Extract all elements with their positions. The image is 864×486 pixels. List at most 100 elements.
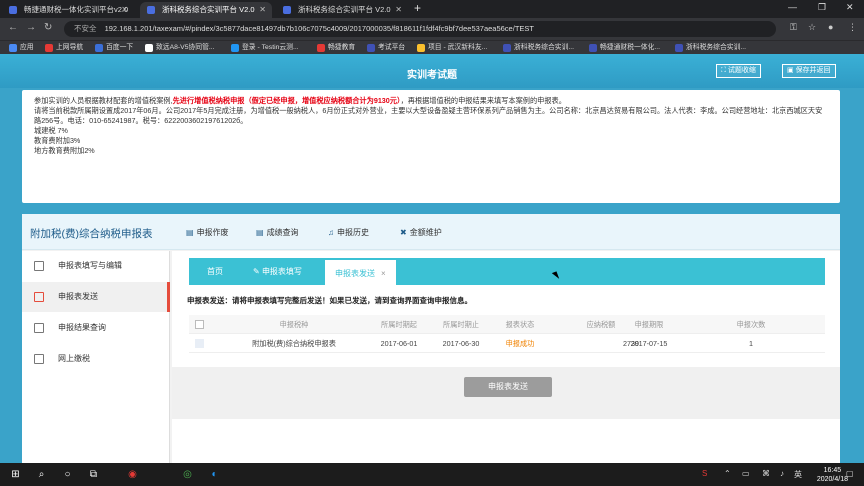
cortana-icon[interactable]: ○	[61, 468, 74, 481]
ime-icon[interactable]: 英	[794, 469, 802, 480]
forward-icon[interactable]: →	[26, 22, 36, 33]
task-view-icon[interactable]: ⧉	[87, 468, 100, 481]
new-tab-button[interactable]: +	[414, 1, 421, 15]
close-window-icon[interactable]: ✕	[846, 2, 854, 13]
bookmark-icon	[675, 44, 683, 52]
edit-icon	[34, 261, 44, 271]
reload-icon[interactable]: ↻	[44, 22, 52, 33]
close-tab-icon[interactable]: ✕	[259, 2, 266, 18]
app-icon[interactable]: ◉	[126, 468, 139, 481]
windows-start-icon[interactable]: ⊞	[9, 468, 22, 481]
edit-icon: ✎	[253, 267, 262, 276]
instruction-line-3: 城建税 7%	[34, 126, 68, 135]
nav-void-declaration[interactable]: ▤ 申报作废	[186, 227, 229, 238]
close-tab-icon[interactable]: ✕	[395, 2, 402, 18]
declaration-table: 申报税种 所属时期起 所属时期止 报表状态 应纳税额 申报期限 申报次数 附加税…	[189, 315, 825, 353]
collapse-question-button[interactable]: ⛶ 试题收缩	[716, 64, 761, 78]
bookmark-item[interactable]: 浙科税务综合实训...	[674, 41, 746, 55]
sidebar-item-send[interactable]: 申报表发送	[22, 282, 170, 312]
close-tab-icon[interactable]: ×	[381, 269, 386, 278]
apps-icon	[9, 44, 17, 52]
save-return-button[interactable]: ▣ 保存并返回	[782, 64, 836, 78]
instruction-panel: 参加实训的人员根据教材配套的增值税案例,先进行增值税纳税申报（假定已经申报，增值…	[22, 90, 840, 203]
send-declaration-button[interactable]: 申报表发送	[464, 377, 552, 397]
browser-tab-3[interactable]: 浙科税务综合实训平台 V2.0 ✕	[276, 2, 408, 18]
bookmark-item[interactable]: 上网导航	[44, 41, 83, 55]
row-checkbox[interactable]	[195, 339, 204, 348]
doc-icon: ▤	[186, 228, 194, 237]
tab-fill-form[interactable]: ✎ 申报表填写	[243, 258, 312, 285]
bookmark-icon	[95, 44, 103, 52]
browser-tabbar: 畅捷通财税一体化实训平台v2.0 ✕ 浙科税务综合实训平台 V2.0 ✕ 浙科税…	[0, 0, 864, 18]
notification-icon[interactable]: ▢	[846, 469, 854, 478]
col-deadline: 申报期限	[634, 320, 664, 329]
windows-taskbar: ⊞ ⌕ ○ ⧉ ◉ ◎ ◐ S ⌃ ▭ ⌘ ♪ 英 16:45 2020/4/1…	[0, 463, 864, 486]
tray-app-icon[interactable]: S	[702, 469, 707, 478]
cell-period-start: 2017-06-01	[380, 339, 418, 348]
url-input[interactable]: 不安全 192.168.1.201/taxexam/#/pindex/3c587…	[64, 21, 776, 37]
url-text: 192.168.1.201/taxexam/#/pindex/3c5877dac…	[104, 24, 534, 33]
sidebar-item-online-pay[interactable]: 网上缴税	[22, 344, 170, 374]
insecure-label[interactable]: 不安全	[74, 24, 97, 33]
account-icon[interactable]: ●	[828, 22, 833, 32]
menu-icon[interactable]: ⋮	[848, 22, 857, 33]
tray-icon[interactable]: ▭	[742, 469, 750, 478]
site-favicon	[147, 6, 155, 14]
monitor-icon	[34, 354, 44, 364]
table-row[interactable]: 附加税(费)综合纳税申报表 2017-06-01 2017-06-30 申报成功…	[189, 334, 825, 353]
bookmark-item[interactable]: 畅捷通财税一体化...	[588, 41, 660, 55]
bookmark-icon	[231, 44, 239, 52]
cell-status: 申报成功	[505, 339, 535, 348]
nav-declaration-history[interactable]: ♫ 申报历史	[328, 227, 369, 238]
clock[interactable]: 16:45 2020/4/18	[817, 466, 848, 484]
bookmark-item[interactable]: 项目 - 武汉新科友...	[416, 41, 487, 55]
bookmark-item[interactable]: 致远A8-V5协同管...	[144, 41, 215, 55]
app-icon[interactable]: ◐	[208, 468, 221, 481]
key-icon[interactable]: ⚿	[790, 22, 797, 33]
bookmark-apps[interactable]: 应用	[8, 41, 34, 55]
content-tabs: 首页 ✎ 申报表填写 申报表发送 ×	[189, 258, 825, 285]
tab-home[interactable]: 首页	[197, 258, 233, 285]
sidebar-item-fill-edit[interactable]: 申报表填写与编辑	[22, 251, 170, 281]
bell-icon: ♫	[328, 228, 334, 237]
volume-icon[interactable]: ♪	[780, 469, 784, 478]
bookmark-item[interactable]: 考试平台	[366, 41, 405, 55]
bookmark-item[interactable]: 百度一下	[94, 41, 133, 55]
col-period-end: 所属时期止	[443, 320, 479, 329]
bookmark-item[interactable]: 浙科税务综合实训...	[502, 41, 574, 55]
chrome-icon[interactable]: ◎	[181, 468, 194, 481]
send-icon	[34, 292, 44, 302]
nav-amount-maintenance[interactable]: ✖ 金额维护	[400, 227, 442, 238]
browser-tab-1[interactable]: 畅捷通财税一体化实训平台v2.0 ✕	[2, 2, 134, 18]
minimize-icon[interactable]: —	[788, 2, 797, 12]
search-icon[interactable]: ⌕	[35, 468, 48, 481]
instruction-line-4: 教育费附加3%	[34, 136, 81, 145]
tab-send-form[interactable]: 申报表发送 ×	[325, 260, 396, 285]
instruction-line-2: 请将当前税款所属期设置成2017年06月。公司2017年5月完成注册，为增值税一…	[34, 106, 823, 125]
clock-time: 16:45	[823, 467, 842, 474]
select-all-checkbox[interactable]	[195, 320, 204, 329]
sidebar-item-result-query[interactable]: 申报结果查询	[22, 313, 170, 343]
bookmark-icon	[417, 44, 425, 52]
tray-expand-icon[interactable]: ⌃	[724, 469, 731, 478]
cell-deadline: 2017-07-15	[630, 339, 668, 348]
main-panel: 附加税(费)综合纳税申报表 ▤ 申报作废 ▤ 成绩查询 ♫ 申报历史 ✖ 金额维护 申报…	[22, 214, 840, 464]
network-icon[interactable]: ⌘	[762, 469, 770, 478]
tools-icon: ✖	[400, 228, 407, 237]
sidebar: 申报表填写与编辑 申报表发送 申报结果查询 网上缴税	[22, 251, 170, 464]
star-icon[interactable]: ☆	[808, 22, 816, 33]
col-count: 申报次数	[736, 320, 766, 329]
nav-score-query[interactable]: ▤ 成绩查询	[256, 227, 299, 238]
bookmark-item[interactable]: 畅捷教育	[316, 41, 355, 55]
address-bar-row: ← → ↻ 不安全 192.168.1.201/taxexam/#/pindex…	[0, 18, 864, 40]
instruction-line-5: 地方教育费附加2%	[34, 146, 95, 155]
form-title: 附加税(费)综合纳税申报表	[30, 228, 153, 240]
site-favicon	[9, 6, 17, 14]
back-icon[interactable]: ←	[8, 22, 18, 33]
close-tab-icon[interactable]: ✕	[121, 2, 128, 18]
bookmark-item[interactable]: 登录 - Testin云测...	[230, 41, 299, 55]
maximize-icon[interactable]: ❐	[818, 2, 826, 13]
col-tax-type: 申报税种	[279, 320, 309, 329]
browser-tab-2[interactable]: 浙科税务综合实训平台 V2.0 ✕	[140, 2, 272, 18]
send-hint: 申报表发送：请将申报表填写完整后发送！如果已发送，请到查询界面查询申报信息。	[187, 296, 472, 305]
